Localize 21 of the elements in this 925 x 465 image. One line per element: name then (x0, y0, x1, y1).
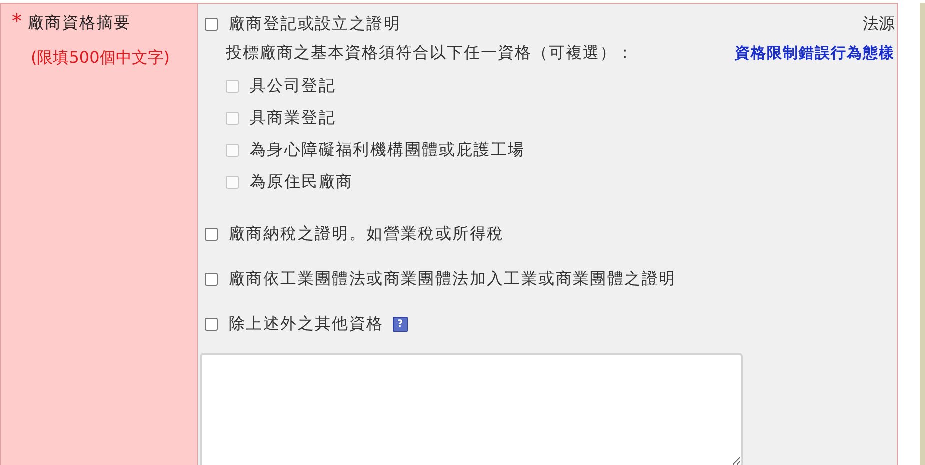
scrollbar[interactable] (920, 3, 925, 465)
checkbox[interactable] (205, 272, 218, 286)
option-label: 廠商納稅之證明。如營業稅或所得稅 (229, 224, 504, 244)
option-label: 除上述外之其他資格 (229, 314, 384, 334)
text-area[interactable] (200, 353, 743, 465)
source-label: 法源 (863, 14, 895, 34)
option-label: 為原住民廠商 (250, 172, 354, 192)
option-label: 具公司登記 (250, 76, 336, 96)
qualification-note: 投標廠商之基本資格須符合以下任一資格（可複選）： (226, 42, 634, 64)
required-mark: * (12, 11, 22, 31)
option-label: 廠商登記或設立之證明 (229, 14, 401, 34)
checkbox[interactable] (205, 228, 218, 240)
option-label: 廠商依工業團體法或商業團體法加入工業或商業團體之證明 (229, 268, 676, 290)
checkbox[interactable] (205, 18, 218, 30)
violation-link[interactable]: 資格限制錯誤行為態樣 (735, 44, 895, 62)
option-label: 具商業登記 (250, 108, 336, 128)
checkbox[interactable] (205, 318, 218, 330)
option-label: 為身心障礙福利機構團體或庇護工場 (250, 140, 526, 160)
field-label: 廠商資格摘要 (28, 13, 132, 34)
help-icon[interactable]: ? (392, 316, 408, 332)
field-hint: (限填500個中文字) (31, 48, 172, 69)
